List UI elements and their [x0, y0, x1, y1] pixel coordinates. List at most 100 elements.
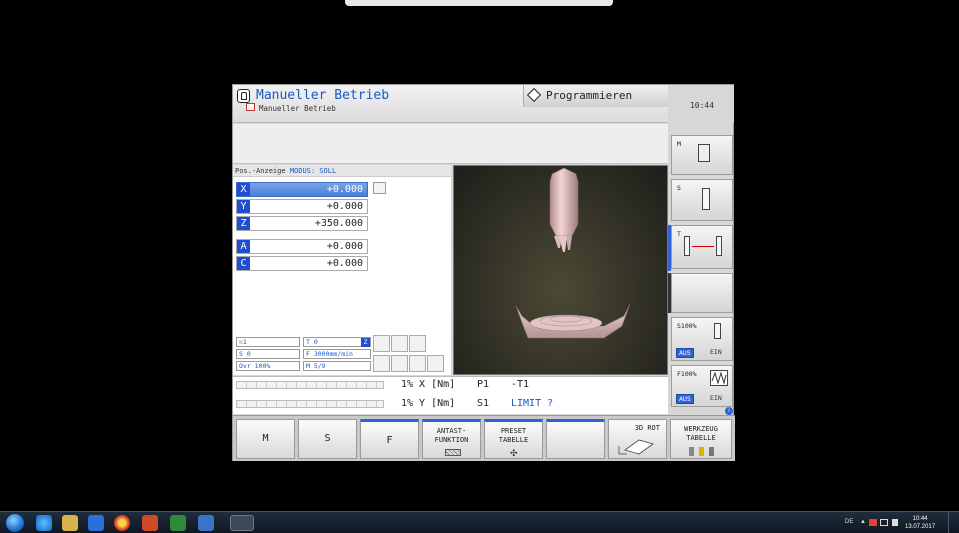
3d-view[interactable]: [453, 165, 668, 375]
limit-label: LIMIT ?: [511, 398, 554, 409]
datum-cell: ☉1: [236, 337, 300, 347]
softkey-3d-rot-label: 3D ROT: [634, 424, 660, 432]
side-key-s100[interactable]: S100% AUS EIN: [671, 317, 733, 361]
softkey-antast-label: ANTAST- FUNKTION: [423, 427, 480, 445]
f100-ein-badge: EIN: [710, 394, 722, 402]
chrome-icon[interactable]: [114, 515, 130, 531]
softkey-antast[interactable]: ANTAST- FUNKTION: [422, 419, 481, 459]
load-x-label: 1% X [Nm]: [401, 379, 456, 390]
spindle-icon: [702, 188, 710, 210]
softkey-m[interactable]: M: [236, 419, 295, 459]
softkey-preset-label: PRESET TABELLE: [485, 427, 542, 445]
status-button-3[interactable]: [409, 335, 426, 352]
status-button-5[interactable]: [391, 355, 408, 372]
start-button-icon[interactable]: [6, 514, 24, 532]
tool-value: T 0: [306, 338, 318, 346]
info-icon[interactable]: i: [725, 407, 733, 415]
axis-value: +0.000: [326, 241, 363, 252]
workpiece-model: [515, 303, 631, 339]
axis-letter: C: [237, 257, 250, 270]
side-key-f100[interactable]: F100% AUS EIN: [671, 365, 733, 407]
tray-time: 10:44: [912, 516, 928, 522]
tnc-app-icon[interactable]: [230, 515, 254, 531]
side-key-s-label: S: [677, 184, 681, 192]
t-label: -T1: [511, 379, 530, 390]
reference-icon[interactable]: [373, 182, 386, 194]
status-button-2[interactable]: [391, 335, 408, 352]
manual-mode-icon: [237, 89, 250, 103]
clock: 10:44: [689, 101, 715, 110]
softkey-preset-line1: PRESET: [500, 427, 527, 435]
mfunc-cell: M 5/9: [303, 361, 371, 371]
tray-network-icon[interactable]: [880, 519, 888, 526]
softkey-s[interactable]: S: [298, 419, 357, 459]
axis-letter: Y: [237, 200, 250, 213]
softkey-f-label: F: [386, 435, 393, 446]
load-bar-x: [236, 381, 384, 389]
side-key-t[interactable]: T: [671, 225, 733, 269]
status-button-4[interactable]: [373, 355, 390, 372]
page-title: Manueller Betrieb: [256, 88, 390, 103]
feed-override-icon: [710, 370, 728, 386]
f100-label: F100%: [677, 370, 697, 378]
load-bar-y: [236, 400, 384, 408]
tray-volume-icon[interactable]: [892, 519, 898, 526]
media-icon[interactable]: [88, 515, 104, 531]
show-desktop-button[interactable]: [948, 512, 958, 533]
tool-axis-badge: Z: [361, 338, 370, 347]
spindle-override-icon: [714, 323, 721, 339]
page-subtitle: Manueller Betrieb: [259, 104, 336, 113]
s100-aus-badge: AUS: [676, 348, 694, 358]
datum-value: 1: [242, 338, 247, 346]
tray-flag-icon[interactable]: [869, 519, 877, 526]
softkey-bar: M S F ANTAST- FUNKTION PRESET TABELLE ✣ …: [233, 415, 735, 461]
side-key-empty[interactable]: [671, 273, 733, 313]
axis-row-a[interactable]: A +0.000: [236, 239, 368, 254]
softkey-s-label: S: [324, 433, 331, 444]
tab-programmieren[interactable]: Programmieren: [523, 85, 668, 107]
clock-box: 10:44: [670, 85, 734, 123]
powerpoint-icon[interactable]: [142, 515, 158, 531]
p-label: P1: [477, 379, 490, 390]
softkey-werkzeug-tabelle[interactable]: WERKZEUG TABELLE: [670, 419, 732, 459]
softkey-preset[interactable]: PRESET TABELLE ✣: [484, 419, 543, 459]
side-key-s[interactable]: S: [671, 179, 733, 221]
s-label: S1: [477, 398, 490, 409]
3d-app-icon[interactable]: [198, 515, 214, 531]
axis-row-y[interactable]: Y +0.000: [236, 199, 368, 214]
position-display: Pos.-Anzeige MODUS: SOLL X +0.000 Y +0.0…: [233, 165, 451, 375]
side-key-m[interactable]: M: [671, 135, 733, 175]
softkey-antast-line1: ANTAST-: [436, 427, 467, 435]
axis-row-x[interactable]: X +0.000: [236, 182, 368, 197]
ie-icon[interactable]: [36, 515, 52, 531]
tab-programmieren-label: Programmieren: [546, 89, 633, 102]
axis-row-z[interactable]: Z +350.000: [236, 216, 368, 231]
axis-letter: A: [237, 240, 250, 253]
tool-table-icon: [689, 447, 715, 456]
top-notch: [345, 0, 613, 6]
softkey-f[interactable]: F: [360, 419, 419, 459]
axis-value: +350.000: [314, 218, 363, 229]
message-area: [233, 124, 668, 164]
probe-status-button[interactable]: [373, 335, 390, 352]
tray-clock[interactable]: 10:44 13.07.2017: [905, 515, 935, 531]
tray-language[interactable]: DE: [845, 519, 853, 525]
softkey-empty[interactable]: [546, 419, 605, 459]
position-mode: MODUS: SOLL: [289, 167, 337, 175]
tray-up-icon[interactable]: ▲: [860, 519, 866, 525]
axis-row-c[interactable]: C +0.000: [236, 256, 368, 271]
programming-icon: [526, 87, 542, 103]
axis-letter: X: [237, 183, 250, 196]
status-button-7[interactable]: [427, 355, 444, 372]
machine-icon: [698, 144, 710, 162]
position-header: Pos.-Anzeige MODUS: SOLL: [233, 165, 451, 177]
preset-icon: ✣: [510, 448, 518, 458]
spindle-cell: S 0: [236, 349, 300, 359]
folder-icon[interactable]: [62, 515, 78, 531]
softkey-3d-rot[interactable]: 3D ROT: [608, 419, 667, 459]
status-button-6[interactable]: [409, 355, 426, 372]
3d-rotate-icon: [617, 436, 657, 456]
s100-label: S100%: [677, 322, 697, 330]
spreadsheet-icon[interactable]: [170, 515, 186, 531]
s100-ein-badge: EIN: [710, 348, 722, 356]
